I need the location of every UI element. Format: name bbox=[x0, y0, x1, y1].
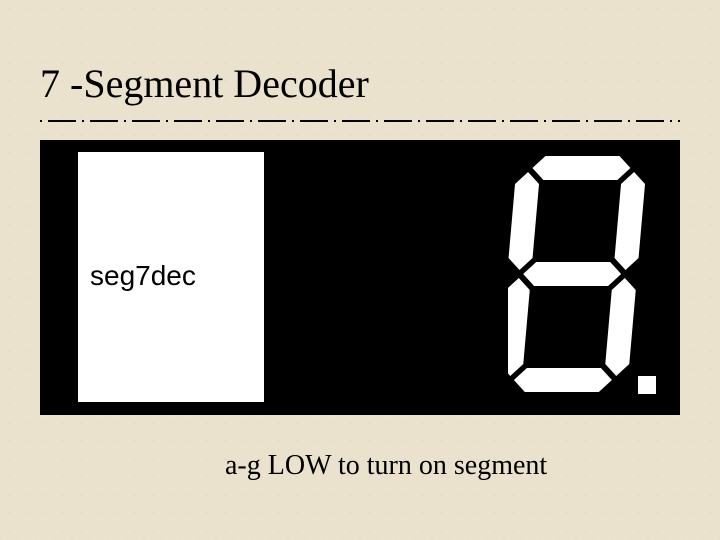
segment-dp bbox=[638, 376, 656, 394]
connector-pin bbox=[266, 313, 276, 316]
decoder-block-label: seg7dec bbox=[90, 260, 250, 292]
seven-segment-display bbox=[508, 150, 658, 405]
connector-pin bbox=[266, 348, 276, 351]
segment-e bbox=[508, 278, 531, 376]
segment-b bbox=[614, 172, 647, 270]
connector-pin bbox=[266, 241, 276, 244]
connector-pin bbox=[266, 170, 276, 173]
caption-text: a-g LOW to turn on segment bbox=[225, 450, 547, 482]
slide-title: 7 -Segment Decoder bbox=[40, 60, 369, 107]
segment-d bbox=[513, 368, 613, 392]
connector-pin bbox=[266, 277, 276, 280]
decoder-block: seg7dec bbox=[78, 152, 264, 402]
connector-pin bbox=[266, 384, 276, 387]
segment-f bbox=[508, 172, 540, 270]
segment-g bbox=[522, 262, 622, 286]
segment-a bbox=[531, 156, 631, 180]
connector-pins bbox=[266, 164, 280, 390]
diagram-panel: seg7dec bbox=[40, 140, 680, 415]
slide: 7 -Segment Decoder seg7dec bbox=[0, 0, 720, 540]
title-divider bbox=[40, 118, 680, 122]
segment-c bbox=[604, 278, 637, 376]
connector-pin bbox=[266, 206, 276, 209]
